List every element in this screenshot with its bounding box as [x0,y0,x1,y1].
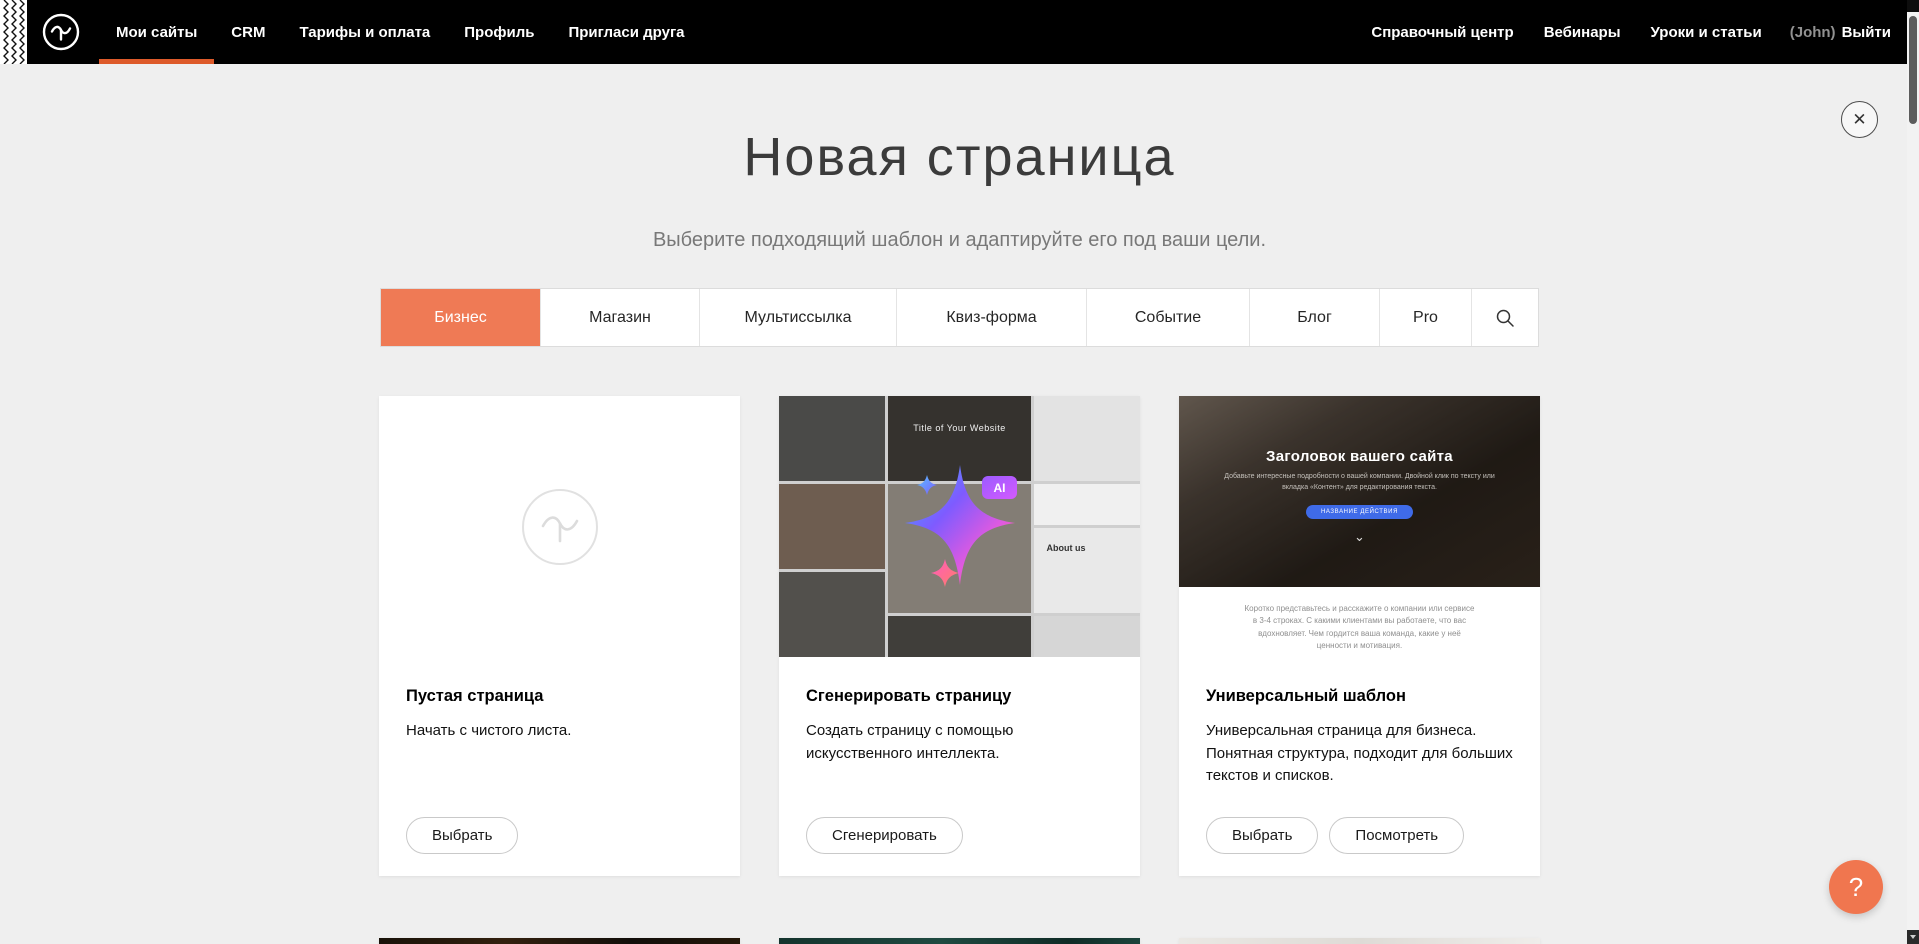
card-title: Пустая страница [406,687,713,706]
close-button[interactable]: ✕ [1841,101,1878,138]
tab-quiz-form[interactable]: Квиз-форма [896,289,1086,346]
mosaic-tile [1034,396,1140,481]
mosaic-tile [779,484,885,569]
card-description: Начать с чистого листа. [406,720,713,743]
nav-item-crm[interactable]: CRM [214,0,282,64]
preview-body-text: Коротко представьтесь и расскажите о ком… [1244,603,1475,653]
tab-business[interactable]: Бизнес [381,289,540,346]
preview-site-title: Title of Your Website [888,423,1031,433]
mosaic-tile [779,396,885,481]
scroll-down-arrow[interactable] [1907,930,1919,944]
card-universal-template: Заголовок вашего сайта Добавьте интересн… [1179,396,1540,876]
card-title: Универсальный шаблон [1206,687,1513,706]
template-card-partial[interactable] [779,938,1140,944]
logout-button[interactable]: Выйти [1842,24,1891,41]
ai-generate-preview[interactable]: Title of Your Website About us [779,396,1140,657]
preview-button[interactable]: Посмотреть [1329,817,1464,854]
help-button[interactable]: ? [1829,860,1883,914]
tab-blog[interactable]: Блог [1249,289,1379,346]
tab-pro[interactable]: Pro [1379,289,1471,346]
website-mosaic: Title of Your Website About us [779,396,1140,657]
template-cards-row: Пустая страница Начать с чистого листа. … [0,396,1919,876]
main-content: Новая страница Выберите подходящий шабло… [0,126,1919,944]
nav-item-tariffs[interactable]: Тарифы и оплата [282,0,447,64]
page: Мои сайты CRM Тарифы и оплата Профиль Пр… [0,0,1919,944]
primary-nav: Мои сайты CRM Тарифы и оплата Профиль Пр… [99,0,702,64]
page-subtitle: Выберите подходящий шаблон и адаптируйте… [0,228,1919,252]
nav-link-webinars[interactable]: Вебинары [1529,24,1636,41]
preview-about-label: About us [1047,543,1086,553]
nav-item-label: CRM [231,24,265,41]
template-card-partial[interactable] [379,938,740,944]
tab-event[interactable]: Событие [1086,289,1249,346]
card-title: Сгенерировать страницу [806,687,1113,706]
mosaic-tile [1034,484,1140,525]
preview-text-section: Коротко представьтесь и расскажите о ком… [1179,587,1540,657]
help-icon: ? [1849,872,1863,903]
close-icon: ✕ [1852,110,1866,130]
nav-item-profile[interactable]: Профиль [447,0,551,64]
template-cards-row-2 [0,938,1919,944]
tab-multilink[interactable]: Мультиссылка [699,289,896,346]
choose-button[interactable]: Выбрать [406,817,518,854]
page-title: Новая страница [0,126,1919,188]
nav-item-invite-friend[interactable]: Пригласи друга [551,0,701,64]
mosaic-tile: Title of Your Website [888,396,1031,481]
search-icon [1495,308,1515,328]
scrollbar-top-cap [1907,0,1919,12]
template-category-tabs: Бизнес Магазин Мультиссылка Квиз-форма С… [380,288,1539,347]
template-card-partial[interactable] [1179,938,1540,944]
mosaic-tile: About us [1034,528,1140,613]
tilda-logo[interactable] [41,12,81,52]
nav-item-label: Пригласи друга [568,24,684,41]
nav-link-help-center[interactable]: Справочный центр [1356,24,1528,41]
nav-item-label: Мои сайты [116,24,197,41]
tab-search[interactable] [1471,289,1538,346]
tilda-watermark-icon [520,487,600,567]
nav-item-label: Тарифы и оплата [299,24,430,41]
blank-page-preview [379,396,740,657]
card-description: Универсальная страница для бизнеса. Поня… [1206,720,1513,788]
mosaic-tile [1034,616,1140,657]
card-blank-page: Пустая страница Начать с чистого листа. … [379,396,740,876]
mosaic-tile [779,572,885,657]
universal-template-preview[interactable]: Заголовок вашего сайта Добавьте интересн… [1179,396,1540,657]
preview-heading: Заголовок вашего сайта [1179,448,1540,465]
generate-button[interactable]: Сгенерировать [806,817,963,854]
preview-cta-button: Название действия [1306,505,1413,519]
scrollbar-thumb[interactable] [1909,16,1917,124]
card-description: Создать страницу с помощью искусственног… [806,720,1113,765]
card-generate-ai: Title of Your Website About us [779,396,1140,876]
secondary-nav: Справочный центр Вебинары Уроки и статьи… [1356,0,1919,64]
nav-item-label: Профиль [464,24,534,41]
chevron-down-icon: ⌄ [1179,533,1540,541]
nav-link-lessons[interactable]: Уроки и статьи [1636,24,1777,41]
mosaic-tile [888,484,1031,613]
choose-button[interactable]: Выбрать [1206,817,1318,854]
left-edge-pattern [0,0,27,64]
user-name[interactable]: (John) [1790,24,1836,41]
preview-hero-section: Заголовок вашего сайта Добавьте интересн… [1179,396,1540,587]
tab-shop[interactable]: Магазин [540,289,699,346]
preview-subtext: Добавьте интересные подробности о вашей … [1224,472,1495,494]
mosaic-tile [888,616,1031,657]
user-area: (John) Выйти [1777,24,1891,41]
nav-item-my-sites[interactable]: Мои сайты [99,0,214,64]
vertical-scrollbar[interactable] [1907,0,1919,944]
top-navigation-bar: Мои сайты CRM Тарифы и оплата Профиль Пр… [0,0,1919,64]
